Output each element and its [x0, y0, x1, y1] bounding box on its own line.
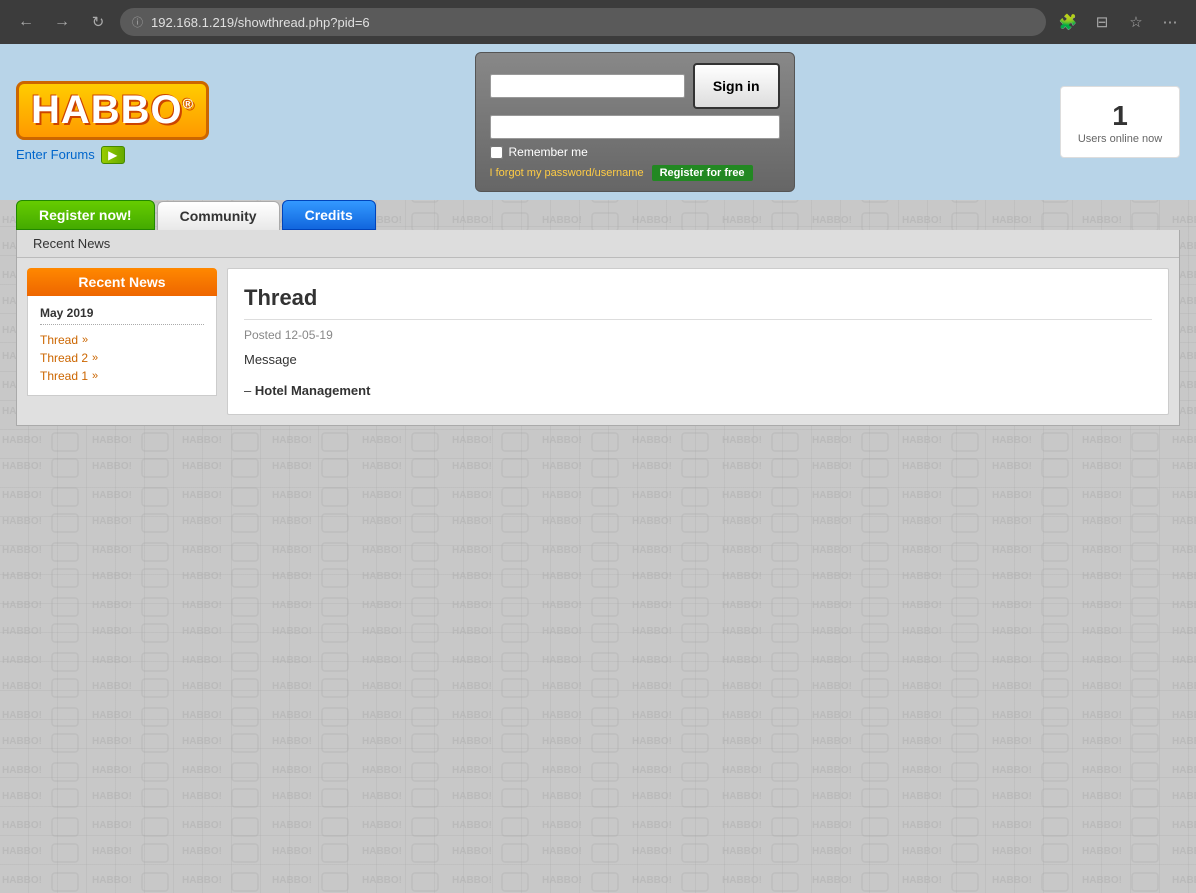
- sidebar-month: May 2019: [40, 306, 204, 325]
- address-bar: ⓘ 192.168.1.219/showthread.php?pid=6: [120, 8, 1046, 36]
- remember-checkbox[interactable]: [490, 146, 503, 159]
- register-free-link[interactable]: Register for free: [652, 165, 753, 181]
- forward-button[interactable]: →: [48, 8, 76, 36]
- browser-chrome: ← → ↻ ⓘ 192.168.1.219/showthread.php?pid…: [0, 0, 1196, 44]
- bookmark-button[interactable]: ☆: [1122, 8, 1150, 36]
- tab-credits[interactable]: Credits: [282, 200, 376, 230]
- back-button[interactable]: ←: [12, 8, 40, 36]
- remember-label: Remember me: [509, 145, 588, 159]
- thread-signature: – Hotel Management: [244, 383, 1152, 398]
- thread-title: Thread: [244, 285, 1152, 320]
- login-links-row: I forgot my password/username Register f…: [490, 165, 780, 181]
- signin-button[interactable]: Sign in: [693, 63, 780, 109]
- refresh-button[interactable]: ↻: [84, 8, 112, 36]
- users-online-panel: 1 Users online now: [1060, 86, 1180, 158]
- enter-forums-label: Enter Forums: [16, 147, 95, 162]
- sidebar-body: May 2019 Thread » Thread 2 » Thread 1 »: [27, 296, 217, 396]
- logo-area: HABBO® Enter Forums ▶: [16, 81, 209, 164]
- sidebar-item-thread[interactable]: Thread »: [40, 331, 204, 349]
- sidebar: Recent News May 2019 Thread » Thread 2 »…: [27, 268, 217, 415]
- sidebar-arrow-icon: »: [92, 370, 98, 382]
- thread-posted-date: Posted 12-05-19: [244, 328, 1152, 342]
- users-online-count: 1: [1077, 99, 1163, 133]
- login-form: Sign in Remember me I forgot my password…: [475, 52, 795, 192]
- thread-message: Message: [244, 352, 1152, 367]
- habbo-logo: HABBO®: [16, 81, 209, 140]
- breadcrumb: Recent News: [17, 230, 1179, 258]
- sidebar-item-label: Thread 1: [40, 369, 88, 383]
- thread-signature-name: Hotel Management: [255, 383, 371, 398]
- nav-bar: Register now! Community Credits: [0, 200, 1196, 230]
- username-input[interactable]: [490, 74, 685, 98]
- thread-panel: Thread Posted 12-05-19 Message – Hotel M…: [227, 268, 1169, 415]
- sidebar-item-label: Thread: [40, 333, 78, 347]
- login-username-row: Sign in: [490, 63, 780, 109]
- password-input[interactable]: [490, 115, 780, 139]
- forgot-password-link[interactable]: I forgot my password/username: [490, 167, 644, 179]
- extensions-button[interactable]: 🧩: [1054, 8, 1082, 36]
- address-text: 192.168.1.219/showthread.php?pid=6: [151, 15, 370, 30]
- top-bar: HABBO® Enter Forums ▶ Sign in: [0, 44, 1196, 200]
- browser-actions: 🧩 ⊟ ☆ ⋯: [1054, 8, 1184, 36]
- remember-row: Remember me: [490, 145, 780, 159]
- users-online-label: Users online now: [1077, 133, 1163, 145]
- sidebar-item-label: Thread 2: [40, 351, 88, 365]
- sidebar-item-thread1[interactable]: Thread 1 »: [40, 367, 204, 385]
- sidebar-item-thread2[interactable]: Thread 2 »: [40, 349, 204, 367]
- sidebar-arrow-icon: »: [82, 334, 88, 346]
- sidebar-button[interactable]: ⊟: [1088, 8, 1116, 36]
- sidebar-arrow-icon: »: [92, 352, 98, 364]
- enter-forums-link[interactable]: Enter Forums ▶: [16, 146, 125, 164]
- tab-register[interactable]: Register now!: [16, 200, 155, 230]
- sidebar-title: Recent News: [27, 268, 217, 296]
- content-layout: Recent News May 2019 Thread » Thread 2 »…: [17, 258, 1179, 425]
- menu-button[interactable]: ⋯: [1156, 8, 1184, 36]
- login-password-row: [490, 115, 780, 139]
- breadcrumb-label: Recent News: [33, 236, 110, 251]
- forums-arrow-icon: ▶: [101, 146, 125, 164]
- tab-community[interactable]: Community: [157, 201, 280, 230]
- main-content: Recent News Recent News May 2019 Thread …: [16, 230, 1180, 426]
- logo-text: HABBO®: [31, 88, 194, 132]
- lock-icon: ⓘ: [132, 14, 143, 30]
